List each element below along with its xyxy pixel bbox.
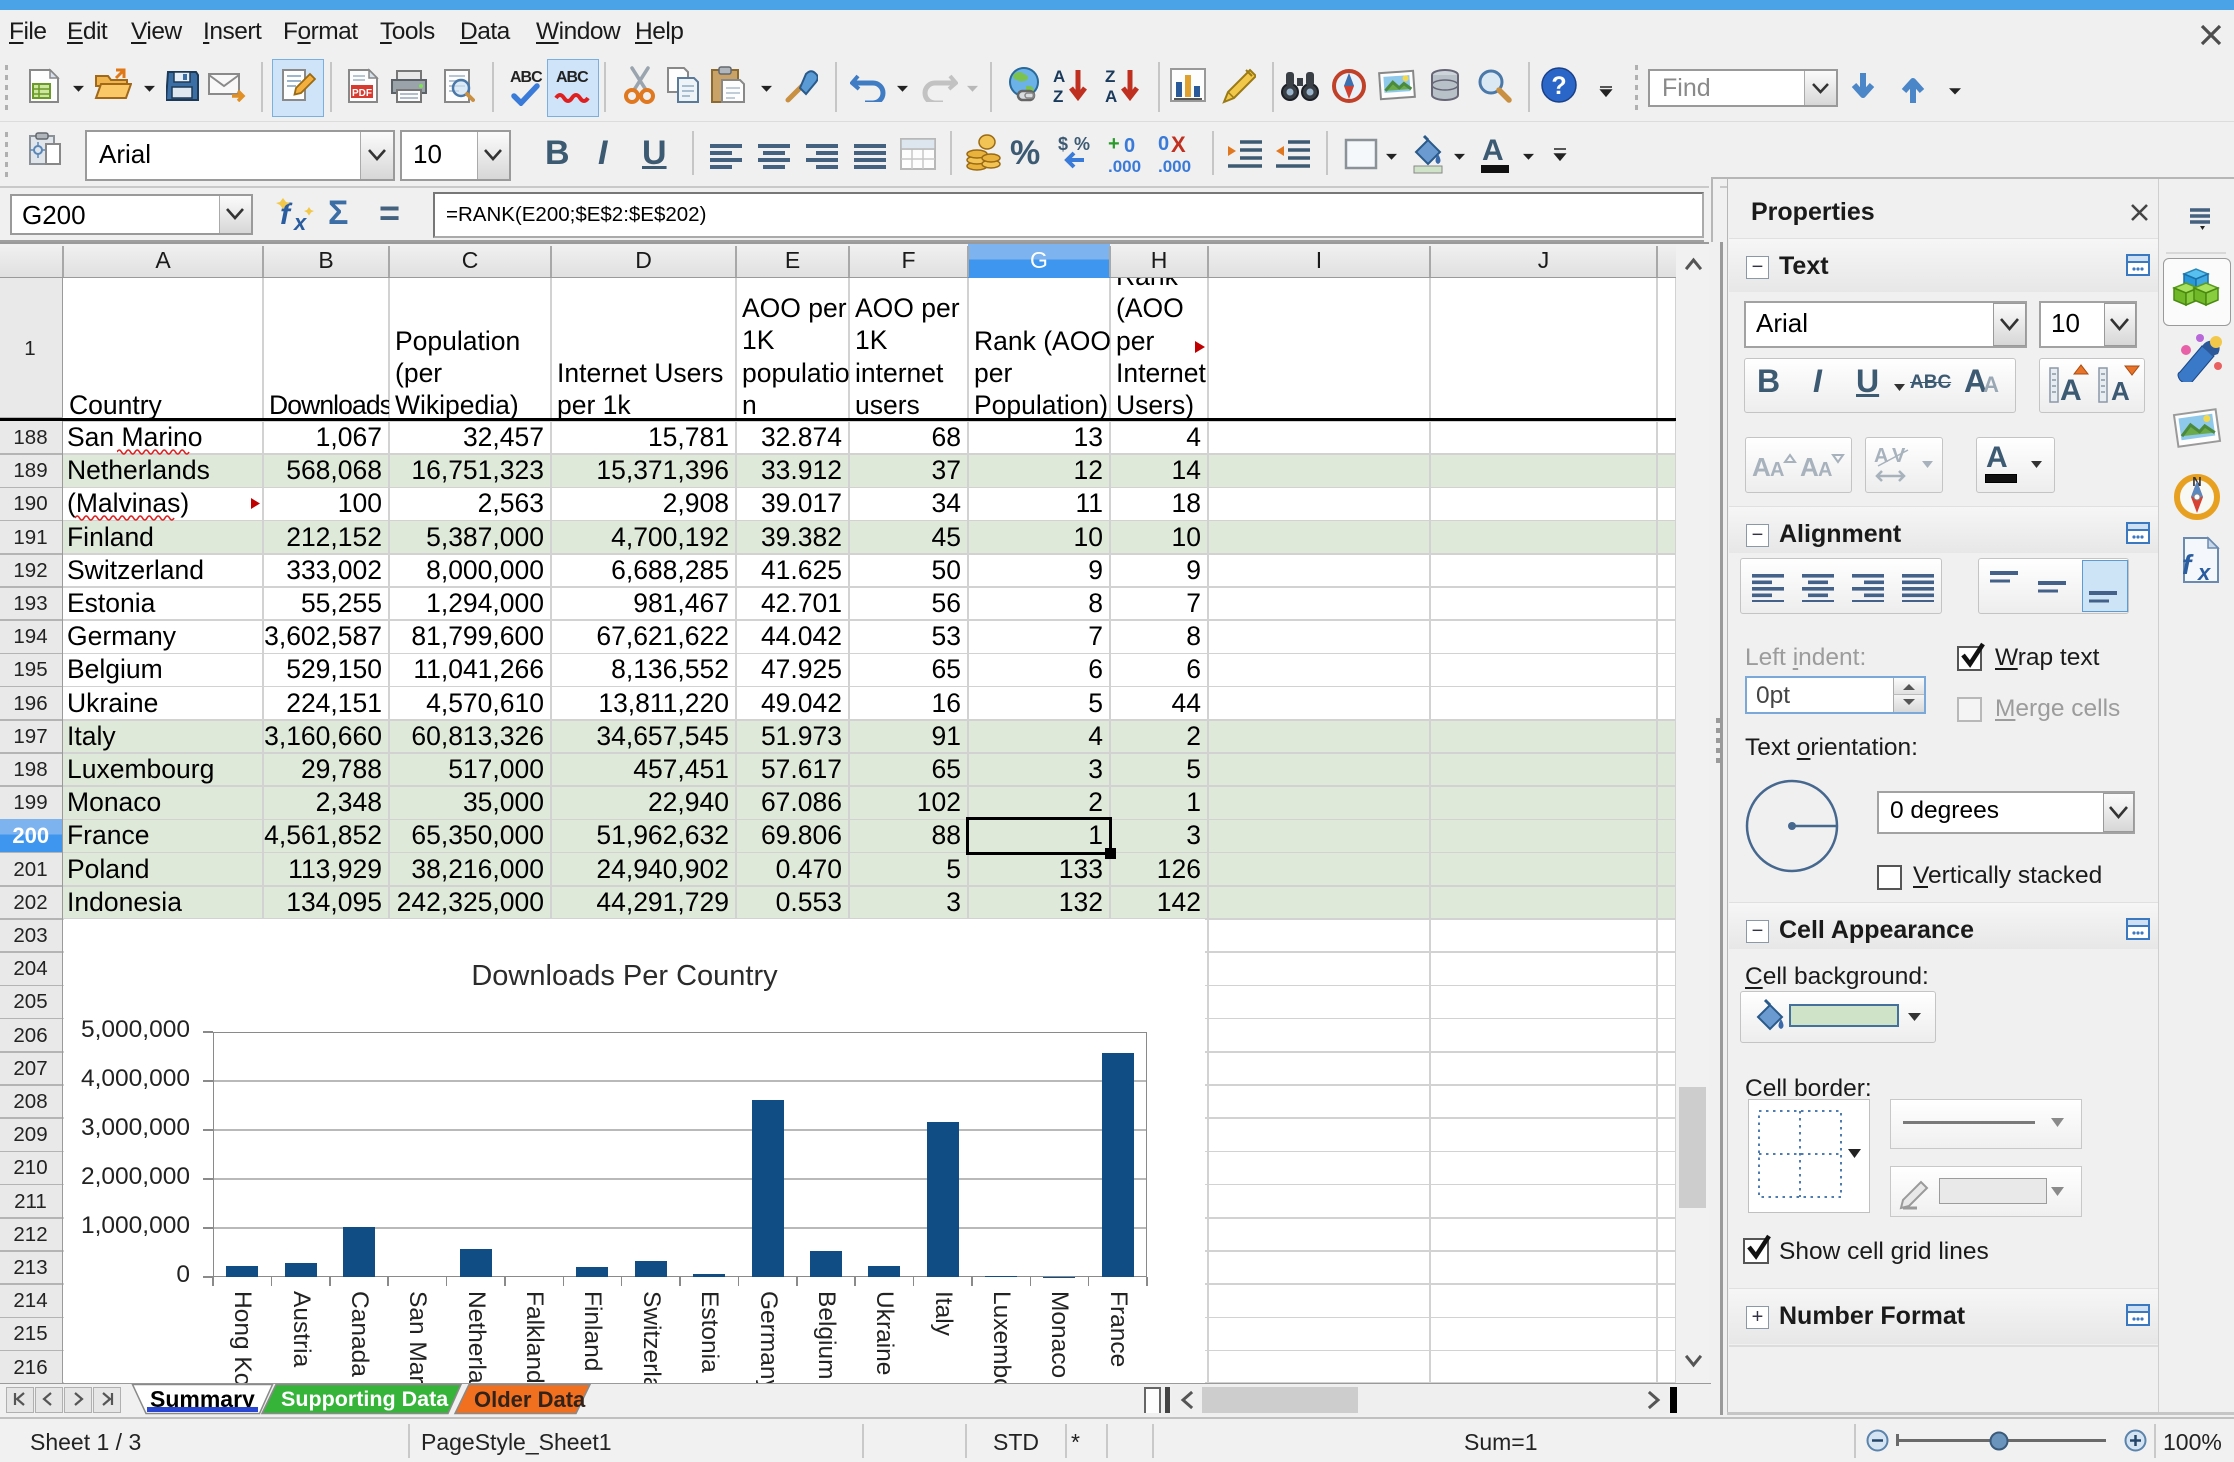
svg-text:A: A xyxy=(1770,459,1784,481)
svg-text:V: V xyxy=(1892,445,1906,467)
svg-text:A: A xyxy=(1800,452,1819,482)
svg-text:+: + xyxy=(1108,134,1120,155)
svg-text:x: x xyxy=(2197,560,2211,584)
svg-text:0: 0 xyxy=(1124,135,1135,157)
svg-text:x: x xyxy=(293,210,307,234)
svg-text:X: X xyxy=(1171,134,1186,157)
svg-text:Z: Z xyxy=(1105,67,1115,86)
svg-text:Z: Z xyxy=(1053,87,1063,106)
svg-text:?: ? xyxy=(1551,72,1566,100)
svg-text:A: A xyxy=(1053,67,1065,86)
svg-text:ABC: ABC xyxy=(556,69,589,86)
svg-text:A: A xyxy=(2060,374,2082,407)
svg-text:0: 0 xyxy=(1158,134,1169,155)
svg-text:ABC: ABC xyxy=(510,69,543,86)
svg-text:A: A xyxy=(1752,452,1771,482)
svg-text:PDF: PDF xyxy=(352,88,372,99)
svg-text:.000: .000 xyxy=(1158,157,1191,176)
svg-text:A: A xyxy=(1105,87,1117,106)
svg-text:.000: .000 xyxy=(1108,157,1141,176)
svg-text:%: % xyxy=(1074,134,1090,154)
svg-text:A: A xyxy=(1818,459,1832,481)
svg-text:$: $ xyxy=(1058,134,1068,154)
svg-text:A: A xyxy=(2111,376,2130,406)
svg-text:A: A xyxy=(1482,134,1504,167)
